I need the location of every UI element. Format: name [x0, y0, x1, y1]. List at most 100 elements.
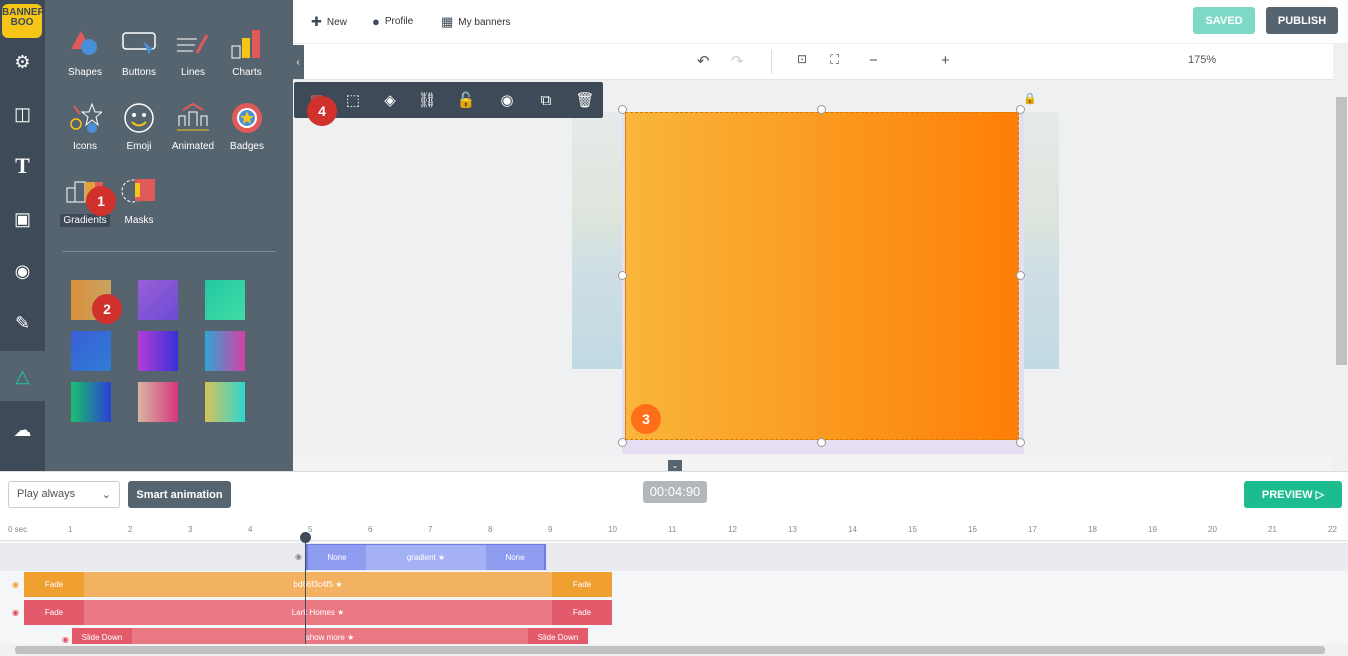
new-link[interactable]: ✚ New: [311, 14, 347, 30]
playhead-handle[interactable]: [300, 532, 311, 543]
transform-icon[interactable]: ⬚: [334, 82, 372, 118]
tool-lines[interactable]: Lines: [163, 26, 223, 79]
ruler-tick: 9: [548, 525, 553, 534]
resize-handle[interactable]: [817, 105, 826, 114]
track-out[interactable]: Fade: [552, 600, 612, 625]
image-icon[interactable]: ▣: [0, 194, 45, 244]
track-in[interactable]: Slide Down: [72, 628, 132, 644]
timeline-toggle-icon[interactable]: ⌄: [668, 460, 682, 471]
unlock-icon[interactable]: 🔓: [447, 82, 485, 118]
my-banners-link[interactable]: ▦ My banners: [441, 14, 511, 30]
preview-button[interactable]: PREVIEW ▷: [1244, 481, 1342, 508]
track-name[interactable]: Lark Homes ★: [84, 600, 552, 625]
publish-button[interactable]: PUBLISH: [1266, 7, 1338, 34]
step-badge: 3: [631, 404, 661, 434]
visibility-icon[interactable]: ◉: [488, 82, 526, 118]
panel-divider: [62, 251, 276, 252]
tool-badges[interactable]: Badges: [217, 100, 277, 153]
track-in[interactable]: Fade: [24, 600, 84, 625]
eye-icon[interactable]: ◉: [12, 580, 19, 589]
new-label: New: [326, 16, 347, 28]
gradient-swatch[interactable]: [205, 382, 245, 422]
settings-icon[interactable]: ⚙: [0, 37, 45, 87]
track-in[interactable]: Fade: [24, 572, 84, 597]
ruler-tick: 18: [1088, 525, 1097, 534]
my-banners-label: My banners: [458, 16, 511, 28]
eye-icon[interactable]: ◉: [12, 608, 19, 617]
video-icon[interactable]: ◉: [0, 246, 45, 296]
saved-button[interactable]: SAVED: [1193, 7, 1255, 34]
resize-handle[interactable]: [618, 105, 627, 114]
track-label: show more: [305, 633, 345, 642]
timeline-scroll-thumb[interactable]: [15, 646, 1325, 654]
zoom-out-button[interactable]: −: [869, 52, 878, 69]
gradient-swatch[interactable]: [71, 382, 111, 422]
tool-buttons[interactable]: Buttons: [109, 26, 169, 79]
smart-animation-button[interactable]: Smart animation: [128, 481, 231, 508]
track-out[interactable]: None: [486, 545, 544, 570]
track-out[interactable]: Fade: [552, 572, 612, 597]
horizontal-scrollbar[interactable]: [293, 456, 1333, 470]
delete-icon[interactable]: 🗑: [566, 82, 604, 118]
gradient-swatch[interactable]: [205, 280, 245, 320]
gradient-swatch[interactable]: [138, 382, 178, 422]
eye-icon[interactable]: ◉: [62, 635, 69, 644]
resize-handle[interactable]: [618, 438, 627, 447]
layers-icon[interactable]: ◈: [371, 82, 409, 118]
redo-icon[interactable]: ↷: [731, 52, 744, 70]
gradient-swatch[interactable]: [138, 331, 178, 371]
zoom-level: 175%: [1188, 54, 1217, 66]
track-in[interactable]: None: [308, 545, 366, 570]
ruler-tick: 1: [68, 525, 73, 534]
tool-masks[interactable]: Masks: [109, 174, 169, 227]
upload-icon[interactable]: ☁: [0, 405, 45, 455]
profile-label: Profile: [384, 16, 414, 27]
fullscreen-icon[interactable]: ⛶: [830, 52, 839, 68]
logo: BANNER BOO: [2, 4, 45, 38]
tool-shapes[interactable]: Shapes: [55, 26, 115, 79]
profile-link[interactable]: ● Profile: [372, 14, 413, 29]
gradient-swatch[interactable]: [205, 331, 245, 371]
tool-animated[interactable]: Animated: [163, 100, 223, 153]
track-name[interactable]: bd66f3c4f5 ★: [84, 572, 552, 597]
tool-icons[interactable]: Icons: [55, 100, 115, 153]
resize-handle[interactable]: [817, 438, 826, 447]
tool-emoji[interactable]: Emoji: [109, 100, 169, 153]
ruler-tick: 15: [908, 525, 917, 534]
lines-icon: [163, 26, 223, 62]
time-ruler[interactable]: 0 sec 1 2 3 4 5 6 7 8 9 10 11 12 13 14 15 16 17 18 19 20 21 22: [0, 517, 1348, 541]
zoom-in-button[interactable]: +: [941, 52, 950, 69]
resize-handle[interactable]: [1016, 271, 1025, 280]
layout-icon[interactable]: ◫: [0, 89, 45, 139]
track-name[interactable]: gradient ★: [366, 545, 486, 570]
resize-handle[interactable]: [1016, 105, 1025, 114]
text-icon[interactable]: T: [0, 141, 45, 191]
collapse-panel-icon[interactable]: ‹: [292, 45, 304, 79]
link-icon[interactable]: ⛓: [408, 82, 446, 118]
resize-handle[interactable]: [1016, 438, 1025, 447]
shapes-icon: [55, 26, 115, 62]
gradient-element[interactable]: [625, 112, 1019, 440]
gradient-swatch[interactable]: [71, 331, 111, 371]
track-label: bd66f3c4f5: [293, 580, 334, 589]
eye-icon[interactable]: ◉: [295, 552, 302, 561]
brush-icon[interactable]: ✎: [0, 298, 45, 348]
duplicate-icon[interactable]: ⧉: [527, 82, 565, 118]
gradient-swatch[interactable]: [138, 280, 178, 320]
play-mode-select[interactable]: Play always ⌄: [8, 481, 120, 508]
ruler-tick: 3: [188, 525, 193, 534]
resize-handle[interactable]: [618, 271, 627, 280]
undo-icon[interactable]: ↶: [697, 52, 710, 70]
actual-size-icon[interactable]: ⊡: [797, 52, 807, 66]
track-out[interactable]: Slide Down: [528, 628, 588, 644]
vertical-scroll-thumb[interactable]: [1336, 97, 1347, 365]
track-name[interactable]: show more ★: [132, 628, 528, 644]
tool-charts[interactable]: Charts: [217, 26, 277, 79]
ruler-tick: 8: [488, 525, 493, 534]
tool-label: Charts: [232, 67, 262, 78]
elements-icon[interactable]: △: [0, 351, 45, 401]
lock-icon[interactable]: 🔒: [1023, 92, 1037, 105]
time-display: 00:04:90: [643, 481, 707, 503]
playhead[interactable]: [305, 532, 306, 644]
star-icon: ★: [337, 608, 345, 617]
